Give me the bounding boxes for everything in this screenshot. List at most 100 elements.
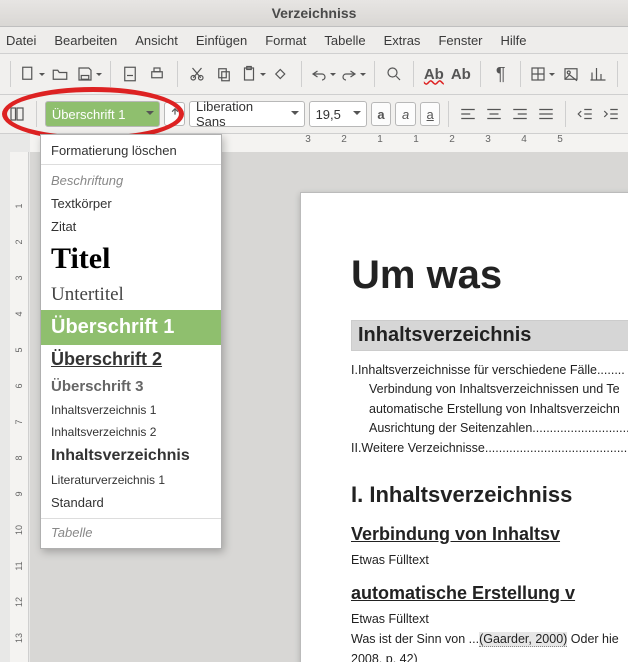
align-left-button[interactable] (457, 101, 479, 127)
toc-entry[interactable]: II.Weitere Verzeichnisse................… (351, 439, 628, 458)
menubar: Datei Bearbeiten Ansicht Einfügen Format… (0, 27, 628, 54)
ruler-tick: 3 (290, 134, 326, 152)
save-button[interactable] (76, 61, 102, 87)
insert-chart-button[interactable] (586, 61, 609, 87)
ruler-tick: 3 (470, 134, 506, 152)
style-bibliography-1[interactable]: Literaturverzeichnis 1 (41, 469, 221, 491)
style-title[interactable]: Titel (41, 238, 221, 280)
separator (177, 61, 178, 87)
style-heading-3[interactable]: Überschrift 3 (41, 374, 221, 399)
font-size-combo[interactable]: 19,5 (309, 101, 367, 127)
increase-indent-button[interactable] (600, 101, 622, 127)
menu-insert[interactable]: Einfügen (196, 33, 247, 48)
ruler-tick: 2 (434, 134, 470, 152)
main-toolbar: Ab Ab ¶ (0, 54, 628, 95)
toc-block[interactable]: I.Inhaltsverzeichnisse für verschiedene … (351, 361, 628, 458)
style-textbody[interactable]: Textkörper (41, 192, 221, 215)
separator (480, 61, 481, 87)
menu-window[interactable]: Fenster (438, 33, 482, 48)
paragraph-style-combo[interactable]: Überschrift 1 (45, 101, 161, 127)
font-name-combo[interactable]: Liberation Sans (189, 101, 305, 127)
separator (10, 61, 11, 87)
window-titlebar: Verzeichniss (0, 0, 628, 27)
align-right-button[interactable] (509, 101, 531, 127)
undo-button[interactable] (310, 61, 336, 87)
separator (110, 61, 111, 87)
style-standard[interactable]: Standard (41, 491, 221, 514)
separator (520, 61, 521, 87)
ruler-tick: 4 (506, 134, 542, 152)
text-run: Was ist der Sinn von ... (351, 632, 479, 646)
body-text[interactable]: Etwas Fülltext (351, 612, 628, 626)
redo-button[interactable] (340, 61, 366, 87)
style-heading-1[interactable]: Überschrift 1 (41, 310, 221, 345)
ruler-tick: 1 (398, 134, 434, 152)
decrease-indent-button[interactable] (574, 101, 596, 127)
insert-image-button[interactable] (559, 61, 582, 87)
menu-extras[interactable]: Extras (384, 33, 421, 48)
vertical-ruler[interactable]: 1 2 3 4 5 6 7 8 9 10 11 12 13 (10, 152, 29, 662)
underline-button[interactable]: a (420, 102, 441, 126)
page[interactable]: Um was Inhaltsverzeichnis I.Inhaltsverze… (300, 192, 628, 662)
find-button[interactable] (382, 61, 405, 87)
separator (413, 61, 414, 87)
style-clear-formatting[interactable]: Formatierung löschen (41, 139, 221, 165)
window-title: Verzeichniss (272, 5, 357, 21)
toc-entry[interactable]: Verbindung von Inhaltsverzeichnissen und… (351, 380, 628, 399)
toc-entry[interactable]: I.Inhaltsverzeichnisse für verschiedene … (351, 361, 628, 380)
style-quote[interactable]: Zitat (41, 215, 221, 238)
copy-button[interactable] (213, 61, 236, 87)
body-text[interactable]: 2008, p. 42) (351, 652, 628, 662)
ruler-tick: 1 (362, 134, 398, 152)
font-size-value: 19,5 (316, 107, 341, 122)
menu-table[interactable]: Tabelle (324, 33, 365, 48)
doc-title[interactable]: Um was (351, 253, 628, 298)
toc-entry[interactable]: Ausrichtung der Seitenzahlen............… (351, 419, 628, 438)
export-pdf-button[interactable] (119, 61, 142, 87)
format-toolbar: Überschrift 1 Liberation Sans 19,5 a a a (0, 95, 628, 134)
update-style-button[interactable] (164, 102, 185, 126)
styles-sidebar-button[interactable] (6, 101, 28, 127)
menu-view[interactable]: Ansicht (135, 33, 178, 48)
citation-field[interactable]: (Gaarder, 2000) (479, 632, 567, 647)
new-doc-button[interactable] (19, 61, 45, 87)
open-button[interactable] (49, 61, 72, 87)
style-toc-heading[interactable]: Inhaltsverzeichnis (41, 443, 221, 469)
spellcheck-button[interactable]: Ab (422, 61, 445, 87)
menu-format[interactable]: Format (265, 33, 306, 48)
paste-button[interactable] (240, 61, 266, 87)
print-button[interactable] (146, 61, 169, 87)
separator (448, 101, 449, 127)
menu-file[interactable]: Datei (6, 33, 36, 48)
separator (565, 101, 566, 127)
bold-button[interactable]: a (371, 102, 392, 126)
menu-help[interactable]: Hilfe (501, 33, 527, 48)
body-text[interactable]: Was ist der Sinn von ...(Gaarder, 2000) … (351, 632, 628, 646)
heading-2[interactable]: automatische Erstellung v (351, 583, 628, 604)
insert-table-button[interactable] (529, 61, 555, 87)
style-toc-1[interactable]: Inhaltsverzeichnis 1 (41, 399, 221, 421)
nonprinting-button[interactable]: ¶ (489, 61, 512, 87)
toc-heading[interactable]: Inhaltsverzeichnis (351, 320, 628, 351)
menu-edit[interactable]: Bearbeiten (54, 33, 117, 48)
italic-button[interactable]: a (395, 102, 416, 126)
cut-button[interactable] (186, 61, 209, 87)
autospell-button[interactable]: Ab (449, 61, 472, 87)
heading-2[interactable]: Verbindung von Inhaltsv (351, 524, 628, 545)
style-heading-2[interactable]: Überschrift 2 (41, 345, 221, 374)
separator (36, 101, 37, 127)
style-toc-2[interactable]: Inhaltsverzeichnis 2 (41, 421, 221, 443)
heading-1[interactable]: I. Inhaltsverzeichniss (351, 482, 628, 508)
align-center-button[interactable] (483, 101, 505, 127)
toc-entry[interactable]: automatische Erstellung von Inhaltsverze… (351, 400, 628, 419)
paragraph-style-dropdown[interactable]: Formatierung löschen Beschriftung Textkö… (40, 134, 222, 549)
format-paintbrush-button[interactable] (270, 61, 293, 87)
style-subtitle[interactable]: Untertitel (41, 280, 221, 310)
style-table[interactable]: Tabelle (41, 518, 221, 544)
body-text[interactable]: Etwas Fülltext (351, 553, 628, 567)
justify-button[interactable] (535, 101, 557, 127)
font-name-value: Liberation Sans (196, 99, 286, 129)
separator (374, 61, 375, 87)
style-caption[interactable]: Beschriftung (41, 169, 221, 192)
paragraph-style-value: Überschrift 1 (52, 107, 126, 122)
